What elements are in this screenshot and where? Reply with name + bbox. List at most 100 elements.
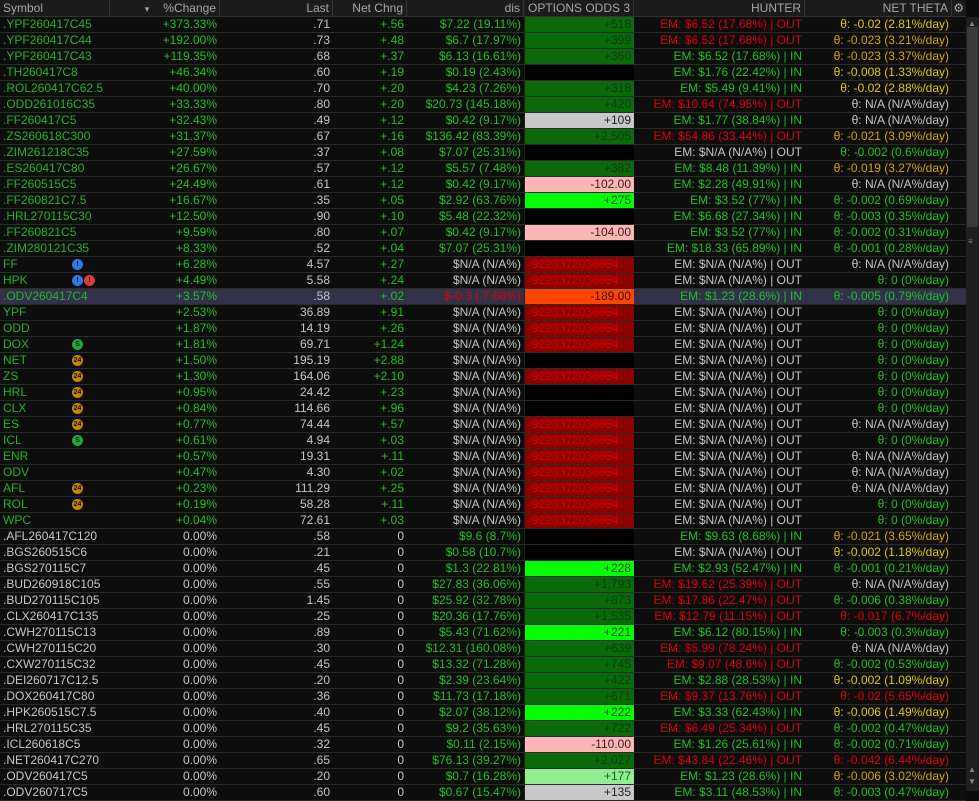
table-row[interactable]: .CWH270115C20 0.00% .30 0 $12.31 (160.08%) +6… <box>0 641 966 657</box>
cell-last: .30 <box>313 641 330 655</box>
table-row[interactable]: NET 24 +1.50% 195.19 +2.88 $N/A (N/A%) EM: $N/… <box>0 353 966 369</box>
table-row[interactable]: FF! +6.28% 4.57 +.27 $N/A (N/A%) -92233720368… <box>0 257 966 273</box>
table-row[interactable]: .CWH270115C13 0.00% .89 0 $5.43 (71.62%) +221… <box>0 625 966 641</box>
earnings-24-badge-icon[interactable]: 24 <box>72 355 83 366</box>
column-header-last[interactable]: Last <box>220 0 333 16</box>
cell-symbol: ODD <box>0 321 110 336</box>
table-row[interactable]: .YPF260417C43 +119.35% .68 +.37 $6.13 (16.61… <box>0 49 966 65</box>
table-row[interactable]: AFL 24 +0.23% 111.29 +.25 $N/A (N/A%) -9223372… <box>0 481 966 497</box>
column-header-options-odds[interactable]: OPTIONS ODDS 3 <box>524 0 634 16</box>
table-row[interactable]: .FF260515C5 +24.49% .61 +.12 $0.42 (9.17%) -1… <box>0 177 966 193</box>
cell-options-odds: +360 <box>524 49 634 64</box>
table-row[interactable]: .DOX260417C80 0.00% .36 0 $11.73 (17.18%) +67… <box>0 689 966 705</box>
info-badge-icon[interactable]: ! <box>72 259 83 270</box>
table-row[interactable]: WPC +0.04% 72.61 +.03 $N/A (N/A%) -9223372036… <box>0 513 966 529</box>
scroll-up-icon[interactable]: ▲ <box>968 765 976 774</box>
table-row[interactable]: HPK!! +4.49% 5.58 +.24 $N/A (N/A%) -922337203… <box>0 273 966 289</box>
scrollbar[interactable]: ▲ ≡ ▲ ▼ <box>966 17 979 791</box>
cell-symbol: .BUD270115C105 <box>0 593 110 608</box>
scroll-down-icon[interactable]: ▼ <box>968 777 976 786</box>
table-row[interactable]: .CLX260417C135 0.00% .25 0 $20.36 (17.76%) +1… <box>0 609 966 625</box>
cell-net-change: +.08 <box>380 145 404 159</box>
cell-net-change: +.02 <box>380 289 404 303</box>
cell-net-theta: θ: -0.006 (3.02%/day) <box>833 769 949 783</box>
cell-options-odds <box>524 385 634 400</box>
table-row[interactable]: .ICL260618C5 0.00% .32 0 $0.11 (2.15%) -110.0… <box>0 737 966 753</box>
table-row[interactable]: .ODV260717C5 0.00% .60 0 $0.67 (15.47%) +135 E… <box>0 785 966 801</box>
table-row[interactable]: CLX 24 +0.84% 114.66 +.96 $N/A (N/A%) EM: $N/A… <box>0 401 966 417</box>
column-header-pct-change[interactable]: ▾ %Change <box>110 0 220 16</box>
table-row[interactable]: .TH260417C8 +46.34% .60 +.19 $0.19 (2.43%) EM… <box>0 65 966 81</box>
earnings-24-badge-icon[interactable]: 24 <box>72 499 83 510</box>
table-row[interactable]: .ODV260417C5 0.00% .20 0 $0.7 (16.28%) +177 EM… <box>0 769 966 785</box>
table-row[interactable]: .YPF260417C44 +192.00% .73 +.48 $6.7 (17.97%… <box>0 33 966 49</box>
table-row[interactable]: .FF260417C5 +32.43% .49 +.12 $0.42 (9.17%) +1… <box>0 113 966 129</box>
cell-hunter: EM: $N/A (N/A%) | OUT <box>674 273 802 287</box>
table-row[interactable]: .BGS270115C7 0.00% .45 0 $1.3 (22.81%) +228 EM… <box>0 561 966 577</box>
cell-net-change: +.25 <box>380 481 404 495</box>
table-row[interactable]: .BUD270115C105 0.00% 1.45 0 $25.92 (32.78%) +… <box>0 593 966 609</box>
table-row[interactable]: .ZIM280121C35 +8.33% .52 +.04 $7.07 (25.31%)… <box>0 241 966 257</box>
cell-pct-change: +1.50% <box>175 353 217 367</box>
cell-pct-change: +0.84% <box>175 401 217 415</box>
alert-badge-icon[interactable]: ! <box>84 275 95 286</box>
table-row[interactable]: YPF +2.53% 36.89 +.91 $N/A (N/A%) -9223372036… <box>0 305 966 321</box>
cell-dis: $6.7 (17.97%) <box>445 33 521 47</box>
scrollbar-thumb[interactable] <box>967 27 978 227</box>
cell-net-change: +.19 <box>380 65 404 79</box>
table-row[interactable]: .FF260821C5 +9.59% .80 +.07 $0.42 (9.17%) -10… <box>0 225 966 241</box>
column-header-dis[interactable]: dis <box>407 0 524 16</box>
cell-hunter: EM: $9.07 (48.6%) | OUT <box>666 657 802 671</box>
table-row[interactable]: .DEI260717C12.5 0.00% .20 0 $2.39 (23.64%) +4… <box>0 673 966 689</box>
cell-net-change: 0 <box>397 785 404 799</box>
earnings-24-badge-icon[interactable]: 24 <box>72 371 83 382</box>
cell-options-odds: -92233720368547... <box>524 369 634 384</box>
info-badge-icon[interactable]: ! <box>72 275 83 286</box>
table-row[interactable]: DOX S +1.81% 69.71 +1.24 $N/A (N/A%) -92233720… <box>0 337 966 353</box>
table-row[interactable]: .ZIM261218C35 +27.59% .37 +.08 $7.07 (25.31%… <box>0 145 966 161</box>
table-row[interactable]: .FF260821C7.5 +16.67% .35 +.05 $2.92 (63.76%… <box>0 193 966 209</box>
dividend-badge-icon[interactable]: S <box>72 435 83 446</box>
table-row[interactable]: HRL 24 +0.95% 24.42 +.23 $N/A (N/A%) EM: $N/A … <box>0 385 966 401</box>
table-row[interactable]: ES 24 +0.77% 74.44 +.57 $N/A (N/A%) -922337203… <box>0 417 966 433</box>
table-row[interactable]: .BGS260515C6 0.00% .21 0 $0.58 (10.7%) EM: $N… <box>0 545 966 561</box>
table-row[interactable]: .ZS260618C300 +31.37% .67 +.16 $136.42 (83.3… <box>0 129 966 145</box>
symbol-label: .DEI260717C12.5 <box>3 673 99 687</box>
earnings-24-badge-icon[interactable]: 24 <box>72 403 83 414</box>
cell-symbol: ES 24 <box>0 417 110 432</box>
table-row[interactable]: ODV +0.47% 4.30 +.02 $N/A (N/A%) -92233720368… <box>0 465 966 481</box>
symbol-label: .HPK260515C7.5 <box>3 705 97 719</box>
table-row[interactable]: .ODV260417C4 +3.57% .58 +.02 $-0.3 (-7.08%) -… <box>0 289 966 305</box>
table-row[interactable]: .CXW270115C32 0.00% .45 0 $13.32 (71.28%) +74… <box>0 657 966 673</box>
table-row[interactable]: .AFL260417C120 0.00% .58 0 $9.6 (8.7%) EM: $9… <box>0 529 966 545</box>
table-row[interactable]: ODD +1.87% 14.19 +.26 $N/A (N/A%) -9223372036… <box>0 321 966 337</box>
gear-icon[interactable]: ⚙ <box>953 1 964 15</box>
cell-options-odds: +722 <box>524 721 634 736</box>
cell-hunter: EM: $N/A (N/A%) | OUT <box>674 401 802 415</box>
table-row[interactable]: .ROL260417C62.5 +40.00% .70 +.20 $4.23 (7.26… <box>0 81 966 97</box>
table-row[interactable]: .NET260417C270 0.00% .65 0 $76.13 (39.27%) +2… <box>0 753 966 769</box>
table-row[interactable]: ZS 24 +1.30% 164.06 +2.10 $N/A (N/A%) -9223372… <box>0 369 966 385</box>
table-row[interactable]: .YPF260417C45 +373.33% .71 +.56 $7.22 (19.11… <box>0 17 966 33</box>
dividend-badge-icon[interactable]: S <box>72 339 83 350</box>
earnings-24-badge-icon[interactable]: 24 <box>72 483 83 494</box>
symbol-label: .FF260515C5 <box>3 177 77 191</box>
table-row[interactable]: .HPK260515C7.5 0.00% .40 0 $2.07 (38.12%) +22… <box>0 705 966 721</box>
earnings-24-badge-icon[interactable]: 24 <box>72 419 83 430</box>
symbol-label: .NET260417C270 <box>3 753 100 767</box>
table-row[interactable]: .ODD261016C35 +33.33% .80 +.20 $20.73 (145.1… <box>0 97 966 113</box>
column-header-hunter[interactable]: HUNTER <box>634 0 805 16</box>
column-header-net-chng[interactable]: Net Chng <box>333 0 407 16</box>
column-header-symbol[interactable]: Symbol <box>0 0 110 16</box>
cell-options-odds: +873 <box>524 593 634 608</box>
table-row[interactable]: .HRL270115C35 0.00% .45 0 $9.2 (35.63%) +722 E… <box>0 721 966 737</box>
earnings-24-badge-icon[interactable]: 24 <box>72 387 83 398</box>
symbol-label: DOX <box>3 337 30 351</box>
table-row[interactable]: .ES260417C80 +26.67% .57 +.12 $5.57 (7.48%) +… <box>0 161 966 177</box>
table-row[interactable]: ROL 24 +0.19% 58.28 +.11 $N/A (N/A%) -92233720… <box>0 497 966 513</box>
table-row[interactable]: .HRL270115C30 +12.50% .90 +.10 $5.48 (22.32%… <box>0 209 966 225</box>
table-row[interactable]: .BUD260918C105 0.00% .55 0 $27.83 (36.06%) +1… <box>0 577 966 593</box>
table-row[interactable]: ENR +0.57% 19.31 +.11 $N/A (N/A%) -9223372036… <box>0 449 966 465</box>
table-row[interactable]: ICL S +0.61% 4.94 +.03 $N/A (N/A%) -9223372036… <box>0 433 966 449</box>
column-header-net-theta[interactable]: NET THETA <box>805 0 952 16</box>
